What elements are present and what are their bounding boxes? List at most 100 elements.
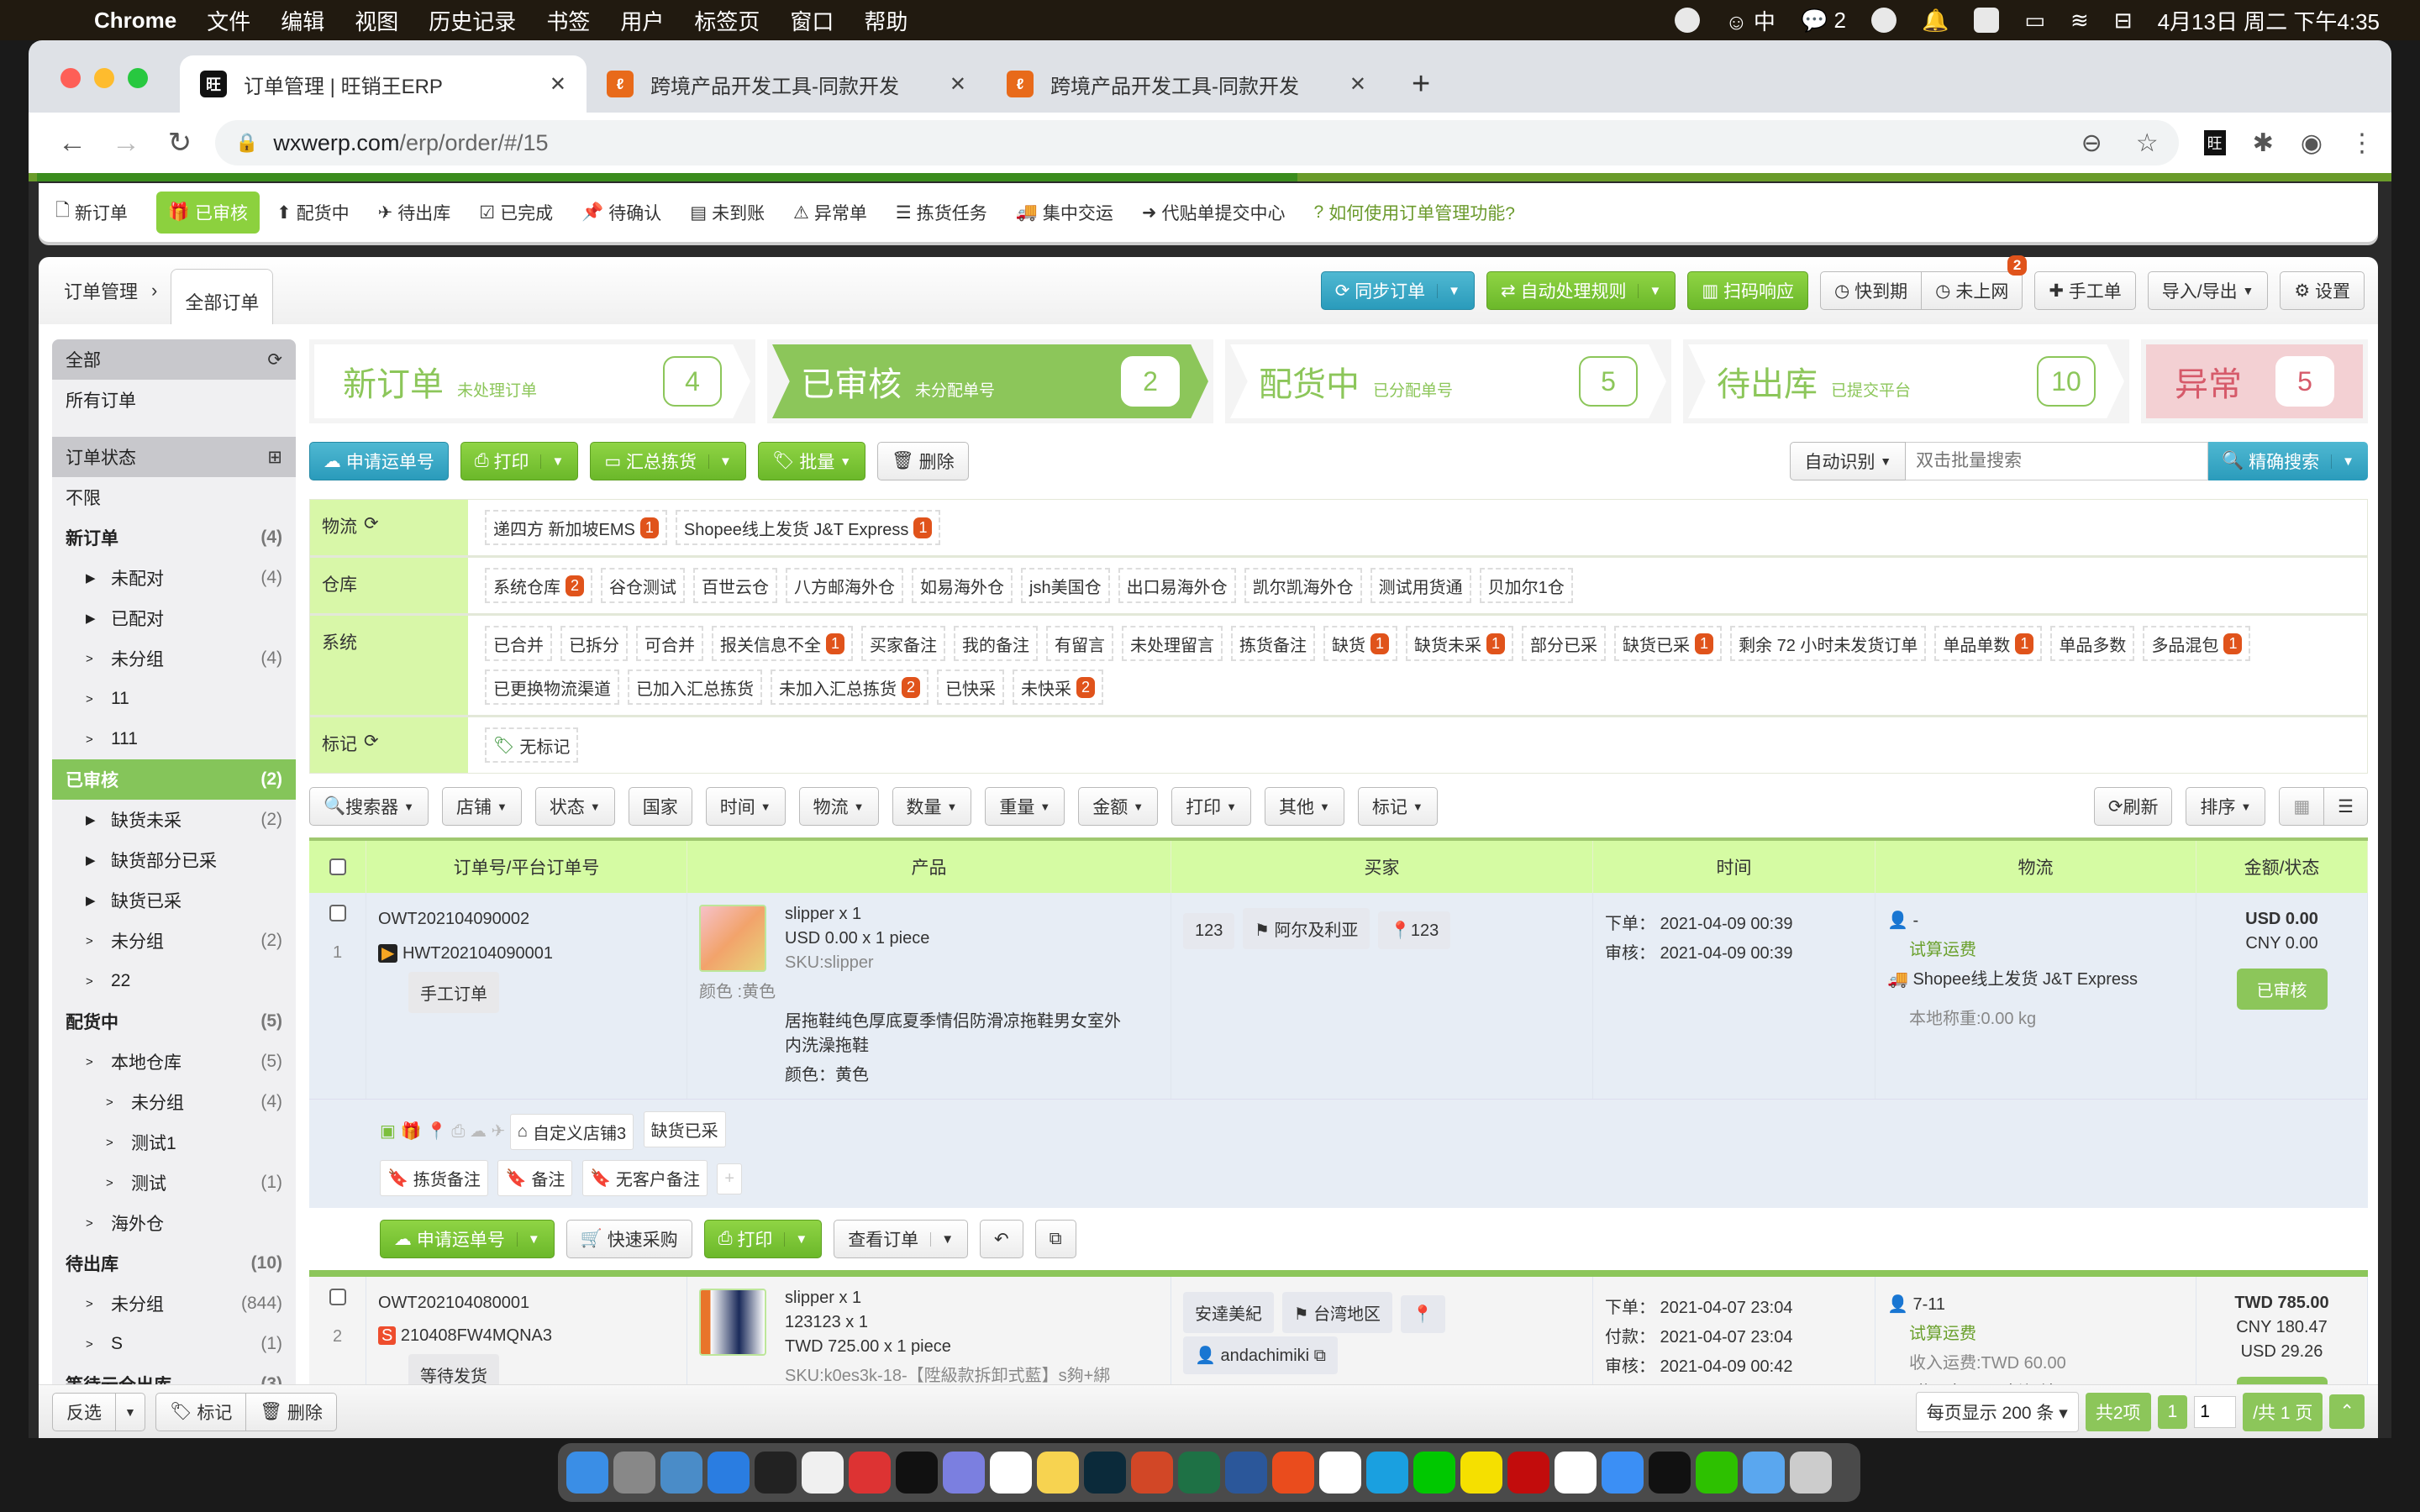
refresh-button[interactable]: ⟳ 刷新 bbox=[2093, 787, 2173, 826]
filter-chip[interactable]: 测试用货通 bbox=[1370, 568, 1471, 603]
not-online-button[interactable]: ◷ 未上网 2 bbox=[1922, 255, 2028, 310]
forward-icon[interactable]: → bbox=[99, 127, 153, 160]
product-name[interactable]: slipper x 1 bbox=[699, 905, 1159, 924]
topnav-item[interactable]: ☰ 拣货任务 bbox=[896, 200, 987, 225]
wechat-tray-icon[interactable]: 💬 2 bbox=[1801, 8, 1846, 34]
record-icon[interactable] bbox=[1675, 8, 1701, 33]
close-tab-icon[interactable]: ✕ bbox=[950, 72, 966, 97]
product-thumbnail[interactable] bbox=[699, 1289, 766, 1356]
dock-app-icon[interactable] bbox=[1366, 1452, 1408, 1494]
filter-chip[interactable]: 百世云仓 bbox=[693, 568, 778, 603]
filter-chip[interactable]: 缺货已采 1 bbox=[1614, 626, 1723, 661]
row-apply-tracking-button[interactable]: ☁ 申请运单号 ▼ bbox=[380, 1220, 555, 1258]
filter-chip[interactable]: 已快采 bbox=[937, 669, 1005, 705]
delete-button[interactable]: 🗑 删除 bbox=[877, 442, 969, 480]
filter-chip[interactable]: 未加入汇总拣货 2 bbox=[771, 669, 929, 705]
dock-app-icon[interactable] bbox=[1178, 1452, 1220, 1494]
page-button[interactable]: 1 bbox=[2157, 1394, 2188, 1429]
sidebar-item[interactable]: > 未分组 (844) bbox=[52, 1284, 296, 1324]
filter-dropdown[interactable]: 国家 bbox=[628, 787, 692, 826]
dock-app-icon[interactable] bbox=[566, 1452, 608, 1494]
menu-tabs[interactable]: 标签页 bbox=[694, 5, 760, 36]
filter-dropdown[interactable]: 状态 ▼ bbox=[534, 787, 615, 826]
browser-tab[interactable]: ℓ 跨境产品开发工具-同款开发 ✕ bbox=[986, 55, 1386, 113]
refresh-icon[interactable]: ⟳ bbox=[364, 731, 379, 752]
customer-note-button[interactable]: 🔖 无客户备注 bbox=[581, 1160, 708, 1196]
ime-icon[interactable]: ☺ 中 bbox=[1725, 5, 1776, 36]
sidebar-item[interactable]: ▶ 缺货部分已采 bbox=[52, 840, 296, 880]
dock-app-icon[interactable] bbox=[1602, 1452, 1644, 1494]
filter-chip[interactable]: 拣货备注 bbox=[1231, 626, 1316, 661]
manual-order-button[interactable]: ✚ 手工单 bbox=[2034, 271, 2136, 310]
settings-button[interactable]: ⚙ 设置 bbox=[2280, 271, 2365, 310]
menu-view[interactable]: 视图 bbox=[355, 5, 398, 36]
topnav-item[interactable]: 📌 待确认 bbox=[581, 200, 661, 225]
browser-tab[interactable]: ℓ 跨境产品开发工具-同款开发 ✕ bbox=[587, 55, 986, 113]
sidebar-item[interactable]: ▶ 未配对 (4) bbox=[52, 558, 296, 598]
filter-dropdown[interactable]: 标记 ▼ bbox=[1357, 787, 1438, 826]
url-input[interactable]: 🔒 wxwerp.com/erp/order/#/15 ⊖ ☆ bbox=[215, 120, 2179, 165]
auto-rules-button[interactable]: ⇄ 自动处理规则 ▼ bbox=[1486, 271, 1676, 310]
product-name[interactable]: slipper x 1 bbox=[699, 1289, 1159, 1308]
dock-app-icon[interactable] bbox=[1696, 1452, 1738, 1494]
sidebar-item[interactable]: 待出库 (10) bbox=[52, 1243, 296, 1284]
sidebar-item[interactable]: ▶ 缺货已采 bbox=[52, 880, 296, 921]
refresh-icon[interactable]: ⟳ bbox=[364, 513, 379, 534]
breadcrumb-root[interactable]: 订单管理 bbox=[64, 277, 138, 304]
trial-freight-link[interactable]: 试算运费 bbox=[1909, 1320, 2184, 1344]
sidebar-item[interactable]: >11 bbox=[52, 679, 296, 719]
filter-chip[interactable]: 贝加尔1仓 bbox=[1479, 568, 1573, 603]
filter-chip[interactable]: 单品多数 bbox=[2050, 626, 2135, 661]
sidebar-item[interactable]: 配货中 (5) bbox=[52, 1001, 296, 1042]
topnav-item[interactable]: ☑ 已完成 bbox=[479, 200, 553, 225]
filter-chip[interactable]: 我的备注 bbox=[954, 626, 1039, 661]
filter-dropdown[interactable]: 店铺 ▼ bbox=[442, 787, 522, 826]
clock[interactable]: 4月13日 周二 下午4:35 bbox=[2158, 5, 2380, 36]
caret-down-icon[interactable]: ▼ bbox=[708, 454, 732, 469]
filter-chip[interactable]: 缺货未采 1 bbox=[1406, 626, 1514, 661]
refresh-icon[interactable]: ⟳ bbox=[267, 349, 282, 370]
filter-dropdown[interactable]: 时间 ▼ bbox=[705, 787, 786, 826]
filter-chip[interactable]: 已拆分 bbox=[560, 626, 628, 661]
filter-chip[interactable]: 可合并 bbox=[636, 626, 703, 661]
chrome-menu-icon[interactable]: ⋮ bbox=[2349, 129, 2375, 158]
sync-orders-button[interactable]: ⟳ 同步订单 ▼ bbox=[1320, 271, 1476, 310]
mark-button[interactable]: 🏷 标记 bbox=[155, 1392, 247, 1431]
filter-chip[interactable]: 凯尔凯海外仓 bbox=[1244, 568, 1362, 603]
filter-chip[interactable]: 未快采 2 bbox=[1013, 669, 1104, 705]
platform-order-number[interactable]: 210408FW4MQNA3 bbox=[401, 1326, 552, 1345]
dock-app-icon[interactable] bbox=[849, 1452, 891, 1494]
filter-chip[interactable]: jsh美国仓 bbox=[1021, 568, 1110, 603]
sidebar-item[interactable]: > 本地仓库 (5) bbox=[52, 1042, 296, 1082]
sidebar-item[interactable]: > S (1) bbox=[52, 1324, 296, 1364]
reload-icon[interactable]: ↻ bbox=[153, 126, 207, 160]
close-window-button[interactable] bbox=[60, 68, 81, 88]
maximize-window-button[interactable] bbox=[128, 68, 148, 88]
pick-note-button[interactable]: 🔖 拣货备注 bbox=[380, 1160, 488, 1196]
add-note-button[interactable]: + bbox=[717, 1163, 743, 1194]
filter-chip[interactable]: 多品混包 1 bbox=[2143, 626, 2251, 661]
platform-order-number[interactable]: HWT202104090001 bbox=[402, 944, 553, 963]
print-button[interactable]: ⎙ 打印 ▼ bbox=[460, 442, 579, 480]
store-tag[interactable]: ⌂ 自定义店铺3 bbox=[509, 1114, 634, 1150]
menu-history[interactable]: 历史记录 bbox=[429, 5, 516, 36]
filter-chip[interactable]: 🏷 无标记 bbox=[485, 727, 579, 763]
zoom-icon[interactable]: ⊖ bbox=[2081, 129, 2102, 158]
dock-app-icon[interactable] bbox=[1460, 1452, 1502, 1494]
profile-avatar-icon[interactable]: ◉ bbox=[2301, 129, 2323, 158]
dock-app-icon[interactable] bbox=[660, 1452, 702, 1494]
grid-view-icon[interactable]: ▦ bbox=[2279, 787, 2325, 826]
dock-app-icon[interactable] bbox=[1319, 1452, 1361, 1494]
sidebar-item[interactable]: >22 bbox=[52, 961, 296, 1001]
search-mode-select[interactable]: 自动识别 ▼ bbox=[1790, 442, 1907, 480]
filter-chip[interactable]: 未处理留言 bbox=[1122, 626, 1223, 661]
filter-chip[interactable]: 买家备注 bbox=[861, 626, 946, 661]
footer-delete-button[interactable]: 🗑 删除 bbox=[246, 1392, 337, 1431]
expiring-button[interactable]: ◷ 快到期 bbox=[1820, 271, 1923, 310]
per-page-select[interactable]: 每页显示 200 条 ▾ bbox=[1915, 1391, 2079, 1432]
filter-chip[interactable]: 缺货 1 bbox=[1323, 626, 1398, 661]
row-checkbox[interactable] bbox=[329, 905, 346, 921]
menu-bookmarks[interactable]: 书签 bbox=[546, 5, 590, 36]
row-checkbox[interactable] bbox=[329, 1289, 346, 1305]
filter-chip[interactable]: 已加入汇总拣货 bbox=[628, 669, 762, 705]
